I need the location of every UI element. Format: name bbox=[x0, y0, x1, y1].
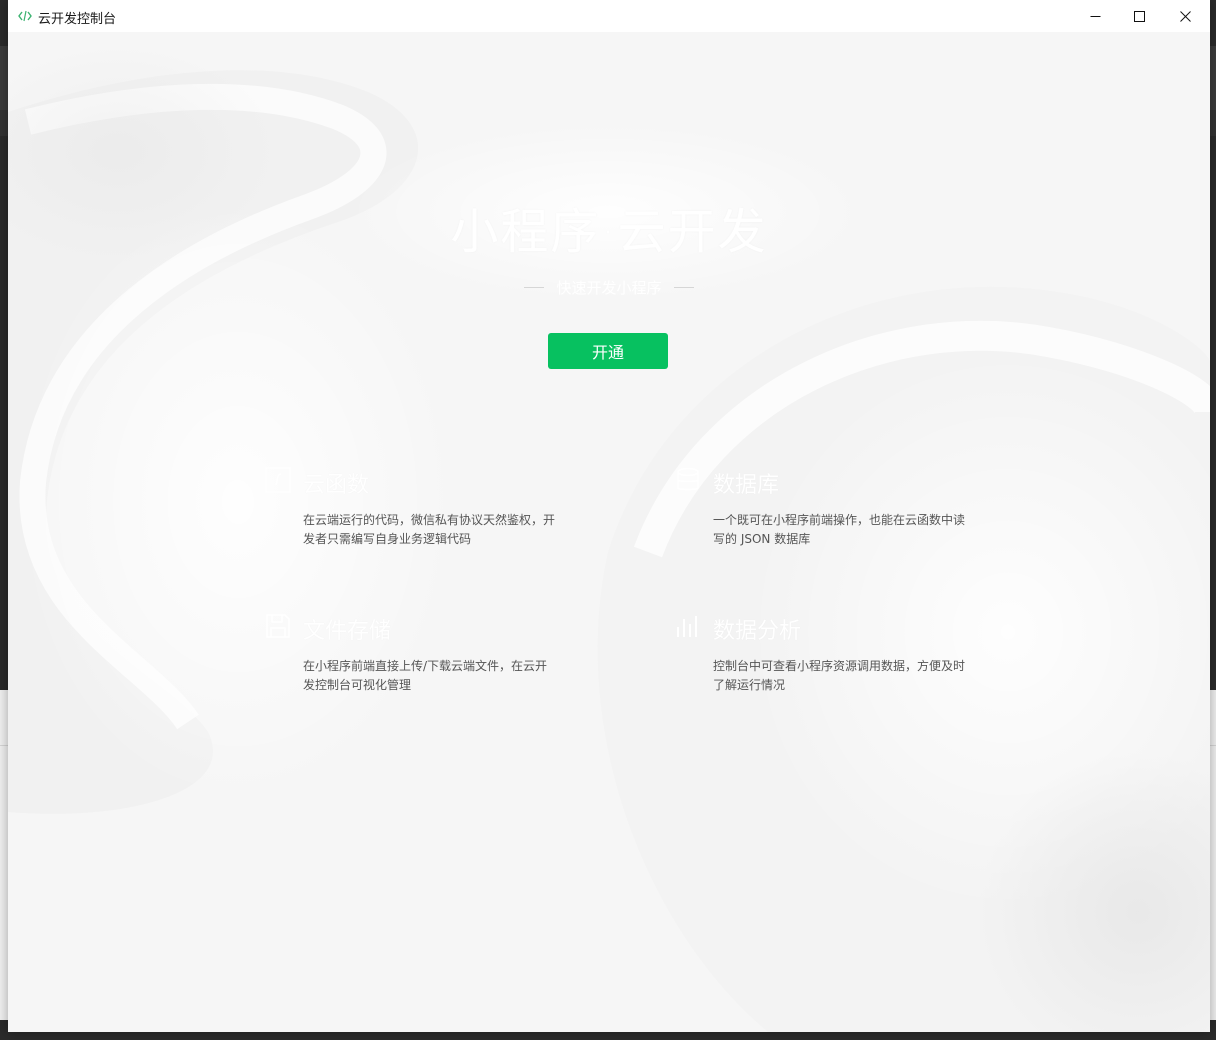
window-title: 云开发控制台 bbox=[38, 12, 117, 27]
feature-title: 云函数 bbox=[303, 473, 370, 498]
maximize-icon bbox=[1133, 10, 1145, 22]
hero-title: 小程序·云开发 bbox=[450, 204, 768, 260]
title-bar[interactable]: 云开发控制台 bbox=[8, 0, 1210, 32]
minimize-button[interactable] bbox=[1072, 0, 1118, 32]
feature-description: 一个既可在小程序前端操作，也能在云函数中读写的 JSON 数据库 bbox=[713, 513, 966, 546]
feature-title: 数据分析 bbox=[713, 619, 802, 644]
feature-title: 数据库 bbox=[713, 473, 780, 498]
database-icon bbox=[677, 467, 699, 491]
close-button[interactable] bbox=[1162, 0, 1208, 32]
activate-button[interactable]: 开通 bbox=[548, 333, 668, 369]
feature-description: 控制台中可查看小程序资源调用数据，方便及时了解运行情况 bbox=[713, 659, 966, 692]
subtitle-left-line bbox=[524, 287, 545, 288]
subtitle-right-line bbox=[673, 287, 694, 288]
cloud-dev-landing: 小程序·云开发 快速开发小程序 开通 云函数 在云端运行的代码，微信私有协议天然… bbox=[8, 32, 1210, 1032]
hero-subtitle: 快速开发小程序 bbox=[556, 279, 662, 297]
cloud-console-window: 云开发控制台 小程序·云开发 快速开发小程序 开通 云函数 在云端运行的代码，微… bbox=[8, 0, 1210, 1032]
minimize-icon bbox=[1090, 15, 1100, 17]
feature-title: 文件存储 bbox=[303, 619, 392, 644]
maximize-button[interactable] bbox=[1116, 0, 1162, 32]
function-icon bbox=[265, 467, 291, 493]
background-decoration bbox=[8, 32, 1210, 1032]
analytics-icon bbox=[677, 616, 697, 637]
feature-description: 在小程序前端直接上传/下载云端文件，在云开发控制台可视化管理 bbox=[303, 659, 548, 692]
storage-icon bbox=[266, 614, 290, 638]
feature-description: 在云端运行的代码，微信私有协议天然鉴权，开发者只需编写自身业务逻辑代码 bbox=[303, 513, 556, 546]
hero-subtitle-row: 快速开发小程序 bbox=[8, 277, 1210, 298]
code-icon bbox=[18, 10, 32, 22]
close-icon bbox=[1179, 10, 1191, 22]
